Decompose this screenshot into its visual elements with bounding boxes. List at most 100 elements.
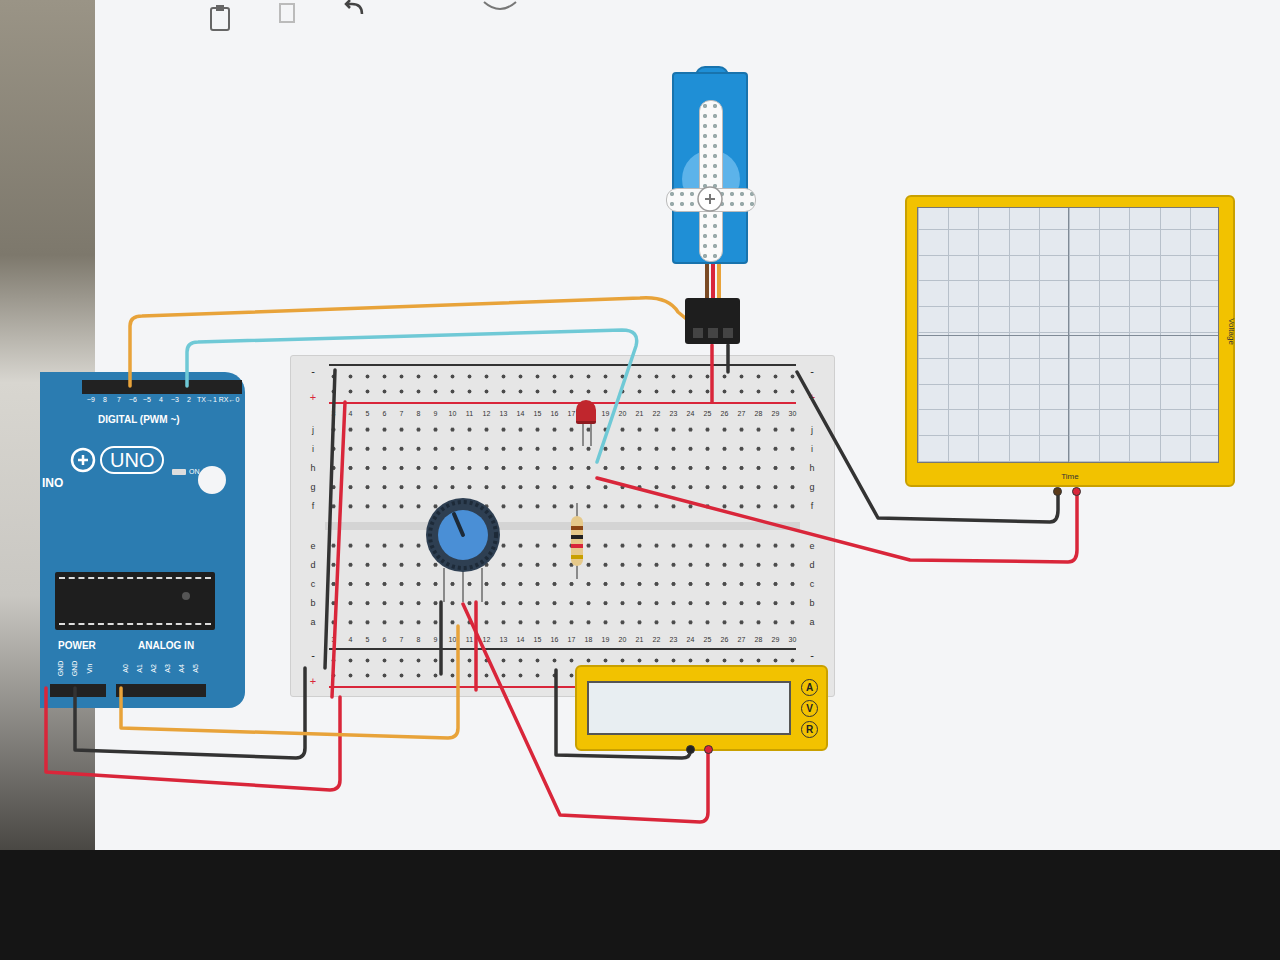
note-icon[interactable] [480, 0, 520, 14]
row-letter: a [810, 617, 815, 627]
row-letter: d [310, 560, 315, 570]
column-numbers-top: 3456789101112131415161718192021222324252… [301, 406, 824, 420]
row-letters: jihgf [800, 420, 824, 516]
wire[interactable] [75, 668, 305, 758]
column-number: 8 [410, 636, 427, 643]
scope-ground-jack[interactable] [1053, 487, 1062, 496]
voltage-axis-label: Voltage [1227, 318, 1236, 345]
row-letter: g [810, 482, 815, 492]
row-letter: g [310, 482, 315, 492]
power-pin-labels: GNDGNDVin [54, 655, 96, 681]
row-letter: e [310, 541, 315, 551]
servo-signal-lead [717, 262, 721, 300]
label: - [810, 649, 814, 661]
row-letters: edcba [301, 536, 325, 632]
row-letter: j [811, 425, 813, 435]
multimeter[interactable]: AVR [575, 665, 828, 751]
column-number: 18 [580, 636, 597, 643]
oscilloscope[interactable]: Time Voltage [905, 195, 1235, 487]
clipboard-icon[interactable] [205, 2, 235, 34]
row-letter: a [310, 617, 315, 627]
meter-common-jack[interactable] [686, 745, 695, 754]
wire[interactable] [474, 602, 478, 690]
wire[interactable] [710, 345, 714, 402]
pin-label: GND [72, 660, 79, 676]
trash-icon[interactable] [272, 0, 302, 26]
model-label: UNO [100, 446, 164, 474]
digital-label: DIGITAL (PWM ~) [98, 414, 180, 425]
pin-label: A1 [136, 664, 143, 673]
scope-probe-jack[interactable] [1072, 487, 1081, 496]
meter-mode-buttons: AVR [801, 679, 818, 738]
pot-leg [481, 568, 483, 602]
breadboard[interactable]: -+ -+ 3456789101112131415161718192021222… [290, 355, 835, 697]
column-number: 30 [784, 636, 801, 643]
mode-button[interactable]: V [801, 700, 818, 717]
wire[interactable] [726, 345, 730, 372]
wire[interactable] [439, 602, 443, 674]
scope-screen [917, 207, 1219, 463]
column-number: 7 [393, 410, 410, 417]
column-number: 30 [784, 410, 801, 417]
column-number: 21 [631, 410, 648, 417]
meter-display [587, 681, 791, 735]
resistor[interactable] [571, 516, 583, 566]
servo-screw-icon [696, 185, 724, 213]
wire[interactable] [597, 478, 1077, 562]
red-led[interactable] [576, 400, 596, 424]
column-number: 26 [716, 410, 733, 417]
servo-connector [685, 298, 740, 344]
digital-pin-labels: ~987~6~54~32TX→1RX←0 [84, 396, 240, 403]
pin-label: A3 [164, 664, 171, 673]
pin-label: 8 [98, 396, 112, 403]
column-number: 10 [444, 410, 461, 417]
row-letter: c [810, 579, 815, 589]
column-number: 16 [546, 410, 563, 417]
column-number: 12 [478, 410, 495, 417]
undo-icon[interactable] [340, 0, 370, 20]
column-numbers-bottom: 3456789101112131415161718192021222324252… [301, 632, 824, 646]
row-letter: f [811, 501, 814, 511]
pin-label: ~9 [84, 396, 98, 403]
column-number: 29 [767, 636, 784, 643]
row-letter: e [810, 541, 815, 551]
column-number: 28 [750, 410, 767, 417]
column-number: 14 [512, 410, 529, 417]
arduino-uno[interactable]: ~987~6~54~32TX→1RX←0 DIGITAL (PWM ~) UNO… [40, 372, 245, 708]
column-number: 27 [733, 636, 750, 643]
column-number: 9 [427, 410, 444, 417]
column-number: 17 [563, 636, 580, 643]
meter-probe-jack[interactable] [704, 745, 713, 754]
potentiometer[interactable] [424, 496, 502, 574]
wire[interactable] [121, 626, 458, 738]
pin-label: A4 [178, 664, 185, 673]
column-number: 15 [529, 636, 546, 643]
pin-label: ~5 [140, 396, 154, 403]
wire[interactable] [46, 688, 340, 790]
pin-label-cell: A3 [160, 655, 174, 681]
top-power-rail: -+ -+ [301, 362, 824, 406]
uno-logo: UNO [70, 446, 164, 474]
mode-button[interactable]: A [801, 679, 818, 696]
column-number: 28 [750, 636, 767, 643]
chip-notch [182, 592, 190, 600]
mode-button[interactable]: R [801, 721, 818, 738]
column-number: 24 [682, 636, 699, 643]
pot-leg [462, 568, 464, 602]
servo-horn-vertical[interactable] [699, 100, 723, 262]
wire[interactable] [325, 370, 335, 668]
pin-label: TX→1 [196, 396, 218, 403]
column-number: 21 [631, 636, 648, 643]
pin-label: 2 [182, 396, 196, 403]
row-letter: c [311, 579, 316, 589]
column-number: 23 [665, 636, 682, 643]
column-number: 29 [767, 410, 784, 417]
on-label: ON [189, 468, 200, 475]
column-number: 24 [682, 410, 699, 417]
wire[interactable] [187, 330, 637, 462]
row-letter: h [310, 463, 315, 473]
chip [55, 572, 215, 630]
pin-label: ~3 [168, 396, 182, 403]
pin-label-cell: A0 [118, 655, 132, 681]
servo-power-lead [711, 262, 715, 300]
